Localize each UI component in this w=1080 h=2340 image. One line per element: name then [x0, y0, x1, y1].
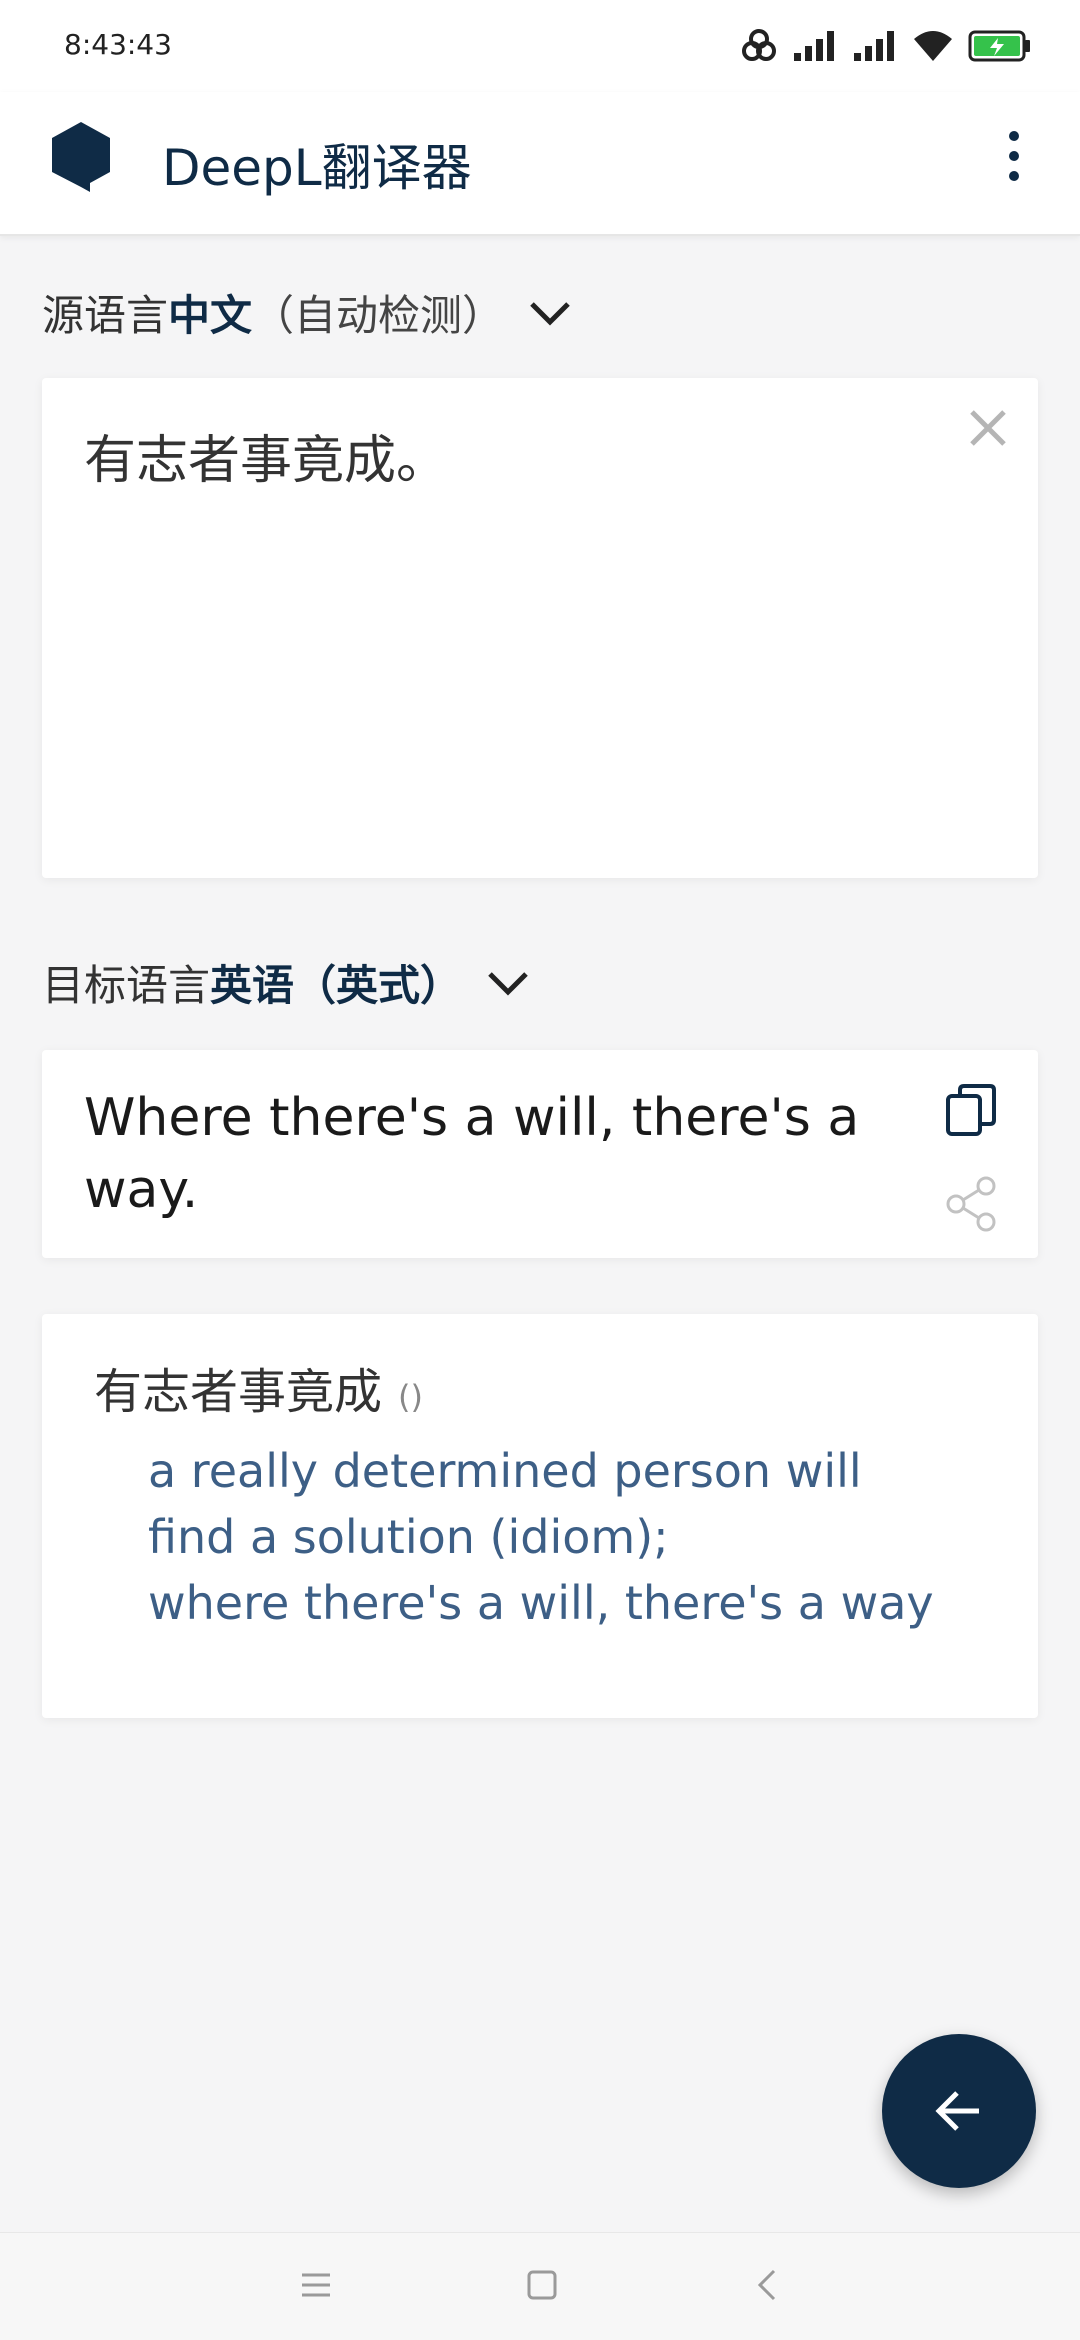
dictionary-headword: 有志者事竟成: [94, 1364, 383, 1420]
signal-icon-2: [854, 31, 894, 61]
source-label: 源语言: [42, 290, 169, 340]
dictionary-definition: a really determined person will find a s…: [148, 1438, 978, 1636]
status-icons: [740, 26, 1032, 66]
deepl-logo-icon: [52, 122, 110, 192]
arrow-back-icon: [935, 2091, 979, 2131]
source-input-card[interactable]: 有志者事竟成。: [42, 378, 1038, 878]
source-text-input[interactable]: 有志者事竟成。: [84, 418, 448, 493]
source-language-selector[interactable]: 源语言 中文 （自动检测）: [42, 282, 572, 342]
wifi-icon: [914, 31, 952, 61]
source-language: 中文: [168, 290, 253, 340]
target-language-selector[interactable]: 目标语言 英语（英式）: [42, 952, 530, 1012]
home-square-icon[interactable]: [518, 2261, 566, 2309]
share-icon[interactable]: [942, 1174, 1002, 1234]
definition-line: a really determined person will: [148, 1444, 862, 1498]
copy-icon[interactable]: [942, 1080, 1002, 1140]
battery-icon: [968, 30, 1030, 62]
dictionary-pinyin: (): [398, 1378, 423, 1416]
menu-lines-icon[interactable]: [292, 2261, 340, 2309]
target-language: 英语（英式）: [210, 960, 463, 1010]
app-title: DeepL翻译器: [162, 139, 472, 197]
link-icon: [742, 29, 776, 61]
status-time: 8:43:43: [64, 28, 172, 61]
system-nav-bar: [0, 2232, 1080, 2340]
translation-output-card: Where there's a will, there's a way.: [42, 1050, 1038, 1258]
chevron-down-icon: [530, 302, 570, 326]
chevron-down-icon: [488, 972, 528, 996]
target-label: 目标语言: [42, 960, 211, 1010]
app-bar: DeepL翻译器: [0, 92, 1080, 236]
dictionary-headword-row: 有志者事竟成 (): [94, 1352, 423, 1422]
definition-line: find a solution (idiom);: [148, 1510, 669, 1564]
more-vert-icon[interactable]: [982, 122, 1046, 190]
dictionary-card: 有志者事竟成 () a really determined person wil…: [42, 1314, 1038, 1718]
back-chevron-icon[interactable]: [744, 2261, 792, 2309]
source-auto-detect: （自动检测）: [252, 290, 505, 340]
swap-back-fab[interactable]: [882, 2034, 1036, 2188]
definition-line: where there's a will, there's a way: [148, 1576, 934, 1630]
translation-text: Where there's a will, there's a way.: [84, 1088, 860, 1220]
close-icon[interactable]: [964, 404, 1012, 452]
signal-icon: [794, 31, 834, 61]
status-bar: 8:43:43: [0, 0, 1080, 92]
